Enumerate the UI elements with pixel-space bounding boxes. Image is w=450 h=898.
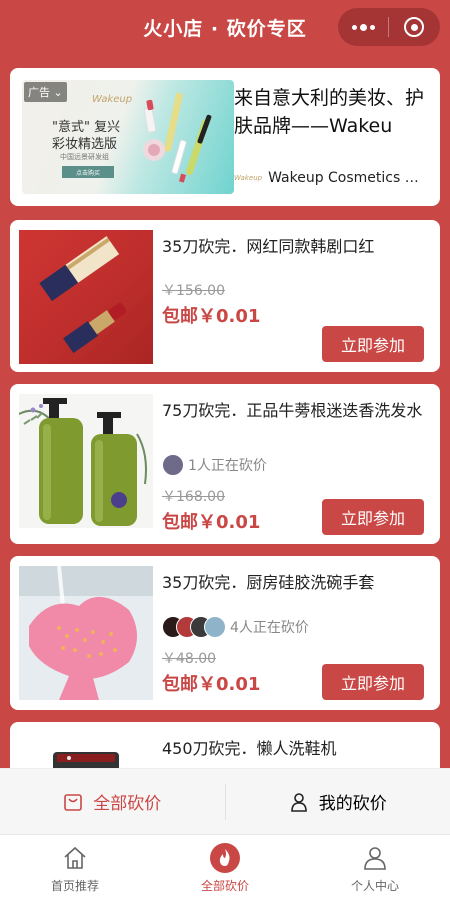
- product-title: 75刀砍完．正品牛蒡根迷迭香洗发水: [162, 401, 423, 420]
- original-price: ￥156.00: [162, 283, 225, 299]
- tab-all-bargains-label: 全部砍价: [93, 794, 162, 814]
- bargain-price: 包邮￥0.01: [162, 512, 261, 533]
- tabbar-item-home[interactable]: 首页推荐: [0, 835, 150, 898]
- shampoo-image: [19, 394, 153, 528]
- avatar: [162, 454, 184, 476]
- ad-image-caption: 中国远景研发组: [60, 153, 109, 161]
- home-icon: [62, 843, 88, 873]
- tabbar-item-profile[interactable]: 个人中心: [300, 835, 450, 898]
- original-price: ￥48.00: [162, 651, 217, 667]
- bargainer-avatars: [162, 454, 184, 476]
- ad-image[interactable]: Wakeup "意式" 复兴 彩妆精选版 中国远景研发组 点击购买 广告 ⌄: [22, 80, 234, 194]
- bargainers-info: 4人正在砍价: [162, 616, 309, 638]
- ad-image-logo: Wakeup: [92, 94, 133, 105]
- join-button[interactable]: 立即参加: [322, 326, 424, 362]
- cosmetics-illustration: [143, 92, 212, 183]
- product-card[interactable]: 35刀砍完．厨房硅胶洗碗手套 4人正在砍价 ￥48.00 包邮￥0.01 立即参…: [10, 556, 440, 710]
- tab-my-bargains[interactable]: 我的砍价: [226, 769, 450, 835]
- flame-icon: [210, 843, 240, 873]
- ad-image-subheadline: 彩妆精选版: [52, 137, 118, 152]
- ad-card[interactable]: Wakeup "意式" 复兴 彩妆精选版 中国远景研发组 点击购买 广告 ⌄ 来…: [10, 68, 440, 206]
- bargainers-count: 4人正在砍价: [230, 620, 309, 636]
- mini-program-capsule: [338, 8, 440, 46]
- bargain-sub-tabs: 全部砍价 我的砍价: [0, 768, 450, 834]
- bargainer-avatars: [162, 616, 226, 638]
- bargain-price: 包邮￥0.01: [162, 306, 261, 327]
- brand-logo: Wakeup: [234, 174, 263, 182]
- brand-name: Wakeup Cosmetics Mi...: [268, 170, 430, 186]
- product-card[interactable]: 75刀砍完．正品牛蒡根迷迭香洗发水 1人正在砍价 ￥168.00 包邮￥0.01…: [10, 384, 440, 544]
- lipstick-image: [19, 230, 153, 364]
- navigation-bar: 火小店 · 砍价专区: [0, 0, 450, 56]
- product-title: 450刀砍完．懒人洗鞋机: [162, 739, 337, 758]
- more-menu-icon[interactable]: [338, 8, 388, 46]
- gloves-image: [19, 566, 153, 700]
- join-button[interactable]: 立即参加: [322, 664, 424, 700]
- close-mini-program-icon[interactable]: [389, 8, 439, 46]
- product-card[interactable]: 35刀砍完．网红同款韩剧口红 ￥156.00 包邮￥0.01 立即参加: [10, 220, 440, 372]
- ad-brand[interactable]: Wakeup Wakeup Cosmetics Mi...: [234, 170, 430, 186]
- product-title: 35刀砍完．厨房硅胶洗碗手套: [162, 573, 375, 592]
- bargainers-info: 1人正在砍价: [162, 454, 267, 476]
- product-title: 35刀砍完．网红同款韩剧口红: [162, 237, 375, 256]
- tabbar-home-label: 首页推荐: [50, 879, 99, 893]
- user-icon: [289, 792, 309, 812]
- tabbar-profile-label: 个人中心: [350, 879, 399, 893]
- tab-all-bargains[interactable]: 全部砍价: [0, 769, 225, 835]
- user-center-icon: [362, 843, 388, 873]
- bottom-tab-bar: 首页推荐 全部砍价 个人中心: [0, 834, 450, 898]
- tab-my-bargains-label: 我的砍价: [318, 794, 387, 814]
- tabbar-item-all-bargains[interactable]: 全部砍价: [150, 835, 300, 898]
- shopping-bag-icon: [63, 792, 83, 812]
- tabbar-all-bargains-label: 全部砍价: [200, 879, 249, 893]
- bargain-price: 包邮￥0.01: [162, 674, 261, 695]
- bargainers-count: 1人正在砍价: [188, 458, 267, 474]
- original-price: ￥168.00: [162, 489, 225, 505]
- ad-label-badge[interactable]: 广告 ⌄: [24, 82, 67, 102]
- avatar: [204, 616, 226, 638]
- join-button[interactable]: 立即参加: [322, 499, 424, 535]
- ad-title[interactable]: 来自意大利的美妆、护肤品牌——Wakeu: [234, 84, 430, 140]
- ad-image-button: 点击购买: [62, 166, 114, 178]
